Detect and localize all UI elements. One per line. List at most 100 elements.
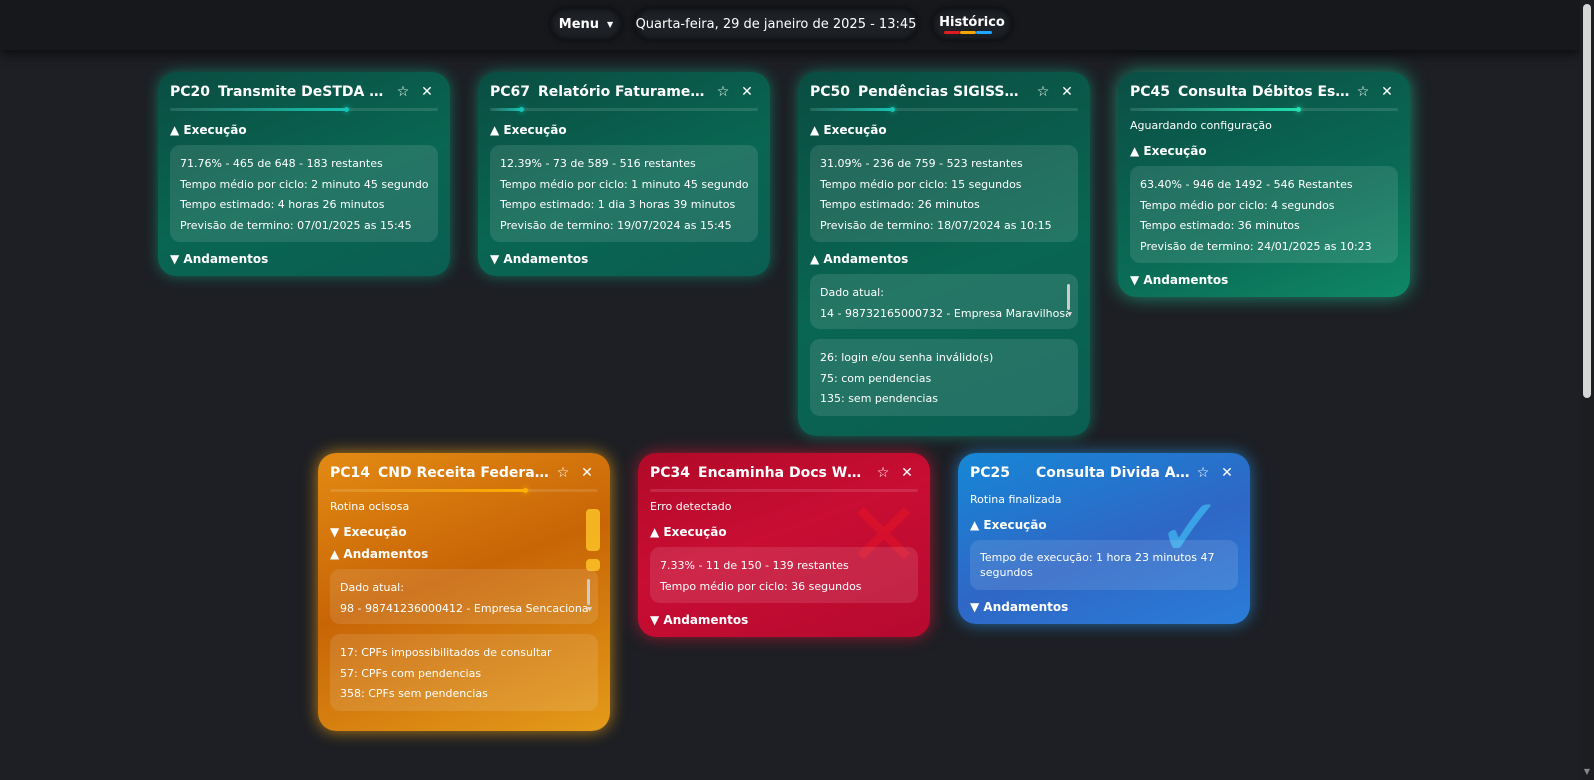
close-icon[interactable]: ✕: [576, 465, 598, 481]
card-header: PC50 Pendências SIGISSWEB ☆ ✕: [810, 72, 1078, 112]
card-code: PC67: [490, 84, 531, 100]
current-item-value: 14 - 98732165000732 - Empresa Maravilhos…: [820, 306, 1068, 320]
history-underline-blue: [976, 31, 992, 34]
progress-marker: [522, 488, 528, 493]
card-code: PC14: [330, 465, 371, 481]
summary-panel: 26: login e/ou senha inválido(s) 75: com…: [810, 339, 1078, 416]
andamentos-toggle[interactable]: ▼ Andamentos: [490, 252, 758, 266]
chevron-down-icon: ▼: [607, 19, 614, 29]
andamentos-toggle[interactable]: ▲ Andamentos: [330, 547, 598, 561]
star-icon[interactable]: ☆: [392, 84, 414, 100]
scroll-down-arrow-icon[interactable]: ▼: [1584, 767, 1590, 776]
card-header: PC20 Transmite DeSTDA semanal ☆ ✕: [170, 72, 438, 112]
progress-bar: [330, 488, 598, 493]
star-icon[interactable]: ☆: [1032, 84, 1054, 100]
close-icon[interactable]: ✕: [736, 84, 758, 100]
page-scrollbar[interactable]: ▼: [1580, 0, 1594, 780]
execution-toggle[interactable]: ▲ Execução: [1130, 144, 1398, 158]
progress-bar: [810, 107, 1078, 112]
close-icon[interactable]: ✕: [896, 465, 918, 481]
andamentos-toggle[interactable]: ▼ Andamentos: [970, 600, 1238, 614]
execution-line: 63.40% - 946 de 1492 - 546 Restantes: [1140, 178, 1353, 191]
execution-panel: 31.09% - 236 de 759 - 523 restantes Temp…: [810, 145, 1078, 242]
progress-fill: [330, 489, 526, 492]
menu-label: Menu: [558, 16, 600, 32]
history-button[interactable]: Histórico: [932, 8, 1012, 40]
task-card-pc50: PC50 Pendências SIGISSWEB ☆ ✕ ▲ Execução…: [798, 72, 1090, 436]
card-title: Encaminha Docs WhatsApp: [698, 465, 870, 481]
execution-line: Tempo estimado: 1 dia 3 horas 39 minutos: [500, 198, 736, 211]
execution-line: Tempo estimado: 4 horas 26 minutos: [180, 198, 385, 211]
execution-toggle[interactable]: ▼ Execução: [330, 525, 598, 539]
summary-line: 135: sem pendencias: [820, 392, 938, 405]
current-item-panel[interactable]: Dado atual: 98 - 98741236000412 - Empres…: [330, 569, 598, 624]
summary-line: 358: CPFs sem pendencias: [340, 687, 488, 700]
status-text: Aguardando configuração: [1130, 119, 1272, 132]
execution-line: Tempo médio por ciclo: 2 minuto 45 segun…: [180, 177, 428, 191]
scroll-down-arrow-icon[interactable]: ▼: [1067, 305, 1072, 326]
execution-line: Previsão de termino: 18/07/2024 as 10:15: [820, 218, 1052, 232]
execution-line: Tempo médio por ciclo: 36 segundos: [660, 579, 862, 593]
execution-panel: 71.76% - 465 de 648 - 183 restantes Temp…: [170, 145, 438, 242]
summary-line: 75: com pendencias: [820, 371, 932, 385]
menu-button[interactable]: Menu ▼: [550, 8, 622, 40]
progress-bar: [490, 107, 758, 112]
summary-line: 57: CPFs com pendencias: [340, 666, 482, 680]
execution-line: Previsão de termino: 24/01/2025 as 10:23: [1140, 239, 1372, 253]
progress-fill: [170, 108, 347, 111]
task-card-pc25: ✓ PC25 Consulta Divida Ativa ☆ ✕ Rotina …: [958, 453, 1250, 624]
current-item-panel[interactable]: Dado atual: 14 - 98732165000732 - Empres…: [810, 274, 1078, 329]
progress-marker: [343, 107, 349, 112]
card-header: PC67 Relatório Faturamento Mensal ☆ ✕: [490, 72, 758, 112]
card-header: PC14 CND Receita Federal CPF ☆ ✕: [330, 453, 598, 493]
card-code: PC20: [170, 84, 211, 100]
execution-line: Tempo de execução: 1 hora 23 minutos 47 …: [980, 551, 1215, 579]
card-title: Pendências SIGISSWEB: [858, 84, 1030, 100]
current-item-label: Dado atual:: [820, 286, 884, 299]
card-code: PC50: [810, 84, 851, 100]
card-code: PC34: [650, 465, 691, 481]
scroll-down-arrow-icon[interactable]: ▼: [587, 600, 592, 621]
execution-toggle[interactable]: ▲ Execução: [170, 123, 438, 137]
andamentos-toggle[interactable]: ▲ Andamentos: [810, 252, 1078, 266]
task-card-pc14: PC14 CND Receita Federal CPF ☆ ✕ Rotina …: [318, 453, 610, 731]
execution-line: Tempo estimado: 36 minutos: [1140, 219, 1300, 232]
card-title: Consulta Débitos Estaduais: [1178, 84, 1350, 100]
star-icon[interactable]: ☆: [872, 465, 894, 481]
close-icon[interactable]: ✕: [1056, 84, 1078, 100]
card-header: PC45 Consulta Débitos Estaduais ☆ ✕: [1130, 72, 1398, 112]
summary-line: 26: login e/ou senha inválido(s): [820, 351, 994, 364]
execution-line: Tempo médio por ciclo: 1 minuto 45 segun…: [500, 177, 748, 191]
execution-toggle[interactable]: ▲ Execução: [810, 123, 1078, 137]
andamentos-toggle[interactable]: ▼ Andamentos: [650, 613, 918, 627]
progress-fill: [810, 108, 894, 111]
star-icon[interactable]: ☆: [1352, 84, 1374, 100]
star-icon[interactable]: ☆: [712, 84, 734, 100]
execution-panel: 63.40% - 946 de 1492 - 546 Restantes Tem…: [1130, 166, 1398, 263]
andamentos-toggle[interactable]: ▼ Andamentos: [1130, 273, 1398, 287]
close-icon[interactable]: ✕: [416, 84, 438, 100]
execution-toggle[interactable]: ▲ Execução: [490, 123, 758, 137]
progress-bar: [1130, 107, 1398, 112]
close-icon[interactable]: ✕: [1216, 465, 1238, 481]
task-card-pc67: PC67 Relatório Faturamento Mensal ☆ ✕ ▲ …: [478, 72, 770, 276]
progress-fill: [1130, 108, 1299, 111]
history-underline-yellow: [960, 31, 976, 34]
history-label: Histórico: [939, 14, 1005, 30]
andamentos-toggle[interactable]: ▼ Andamentos: [170, 252, 438, 266]
close-icon[interactable]: ✕: [1376, 84, 1398, 100]
scrollbar-thumb[interactable]: [1583, 4, 1591, 398]
execution-line: Tempo médio por ciclo: 15 segundos: [820, 177, 1022, 191]
execution-line: 71.76% - 465 de 648 - 183 restantes: [180, 157, 383, 170]
execution-panel: 12.39% - 73 de 589 - 516 restantes Tempo…: [490, 145, 758, 242]
card-code: PC45: [1130, 84, 1171, 100]
execution-line: 7.33% - 11 de 150 - 139 restantes: [660, 559, 849, 572]
summary-line: 17: CPFs impossibilitados de consultar: [340, 646, 552, 659]
execution-line: Previsão de termino: 19/07/2024 as 15:45: [500, 218, 732, 232]
star-icon[interactable]: ☆: [1192, 465, 1214, 481]
card-title: CND Receita Federal CPF: [378, 465, 550, 481]
star-icon[interactable]: ☆: [552, 465, 574, 481]
card-code: PC25: [970, 465, 1011, 481]
status-text: Rotina ocisosa: [330, 500, 410, 513]
card-title: Relatório Faturamento Mensal: [538, 84, 710, 100]
